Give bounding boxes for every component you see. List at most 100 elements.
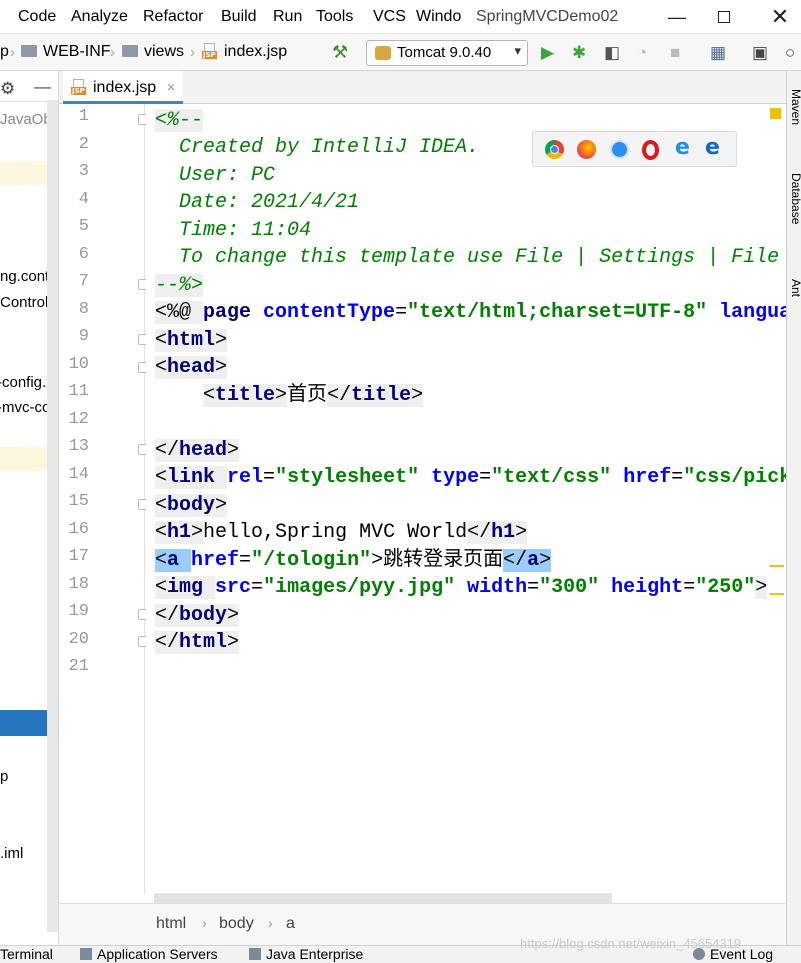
- line-number: 10: [68, 354, 89, 374]
- close-tab-icon[interactable]: ×: [167, 79, 176, 96]
- line-number: 13: [68, 437, 89, 456]
- project-structure-icon[interactable]: ▦: [710, 43, 726, 63]
- run-anything-icon[interactable]: ▣: [752, 43, 768, 63]
- close-window-icon[interactable]: ✕: [760, 4, 800, 30]
- build-hammer-icon[interactable]: ⚒: [332, 42, 348, 62]
- code-line-15: <body>: [155, 494, 228, 517]
- line-number-gutter: 1 2 3 4 5 6 7 8 9 10 11 12 13 14 15 16 17 18 19 20 21: [59, 104, 149, 894]
- safari-icon[interactable]: [610, 140, 629, 159]
- error-stripe-mark[interactable]: [770, 593, 784, 595]
- menu-window[interactable]: Windo: [416, 8, 461, 26]
- right-tool-stripe: Maven Database Ant: [786, 71, 801, 945]
- code-line-7: --%>: [155, 274, 204, 297]
- run-icon[interactable]: ▶: [541, 43, 554, 63]
- line-number: 21: [68, 657, 89, 676]
- warning-indicator[interactable]: [770, 108, 781, 119]
- watermark: https://blog.csdn.net/weixin_45654319: [520, 936, 742, 951]
- maven-tool-button[interactable]: Maven: [789, 89, 801, 125]
- line-number: 16: [68, 519, 89, 539]
- run-configuration-select[interactable]: Tomcat 9.0.40 ▾: [366, 40, 528, 66]
- browser-popup: e e: [532, 131, 737, 167]
- java-enterprise-tool-button[interactable]: Java Enterprise: [249, 946, 363, 962]
- horizontal-scrollbar[interactable]: [154, 893, 612, 903]
- nav-crumb-web-inf[interactable]: WEB-INF: [21, 43, 111, 61]
- nav-crumb-views[interactable]: views: [122, 43, 184, 61]
- line-number: 6: [78, 244, 89, 264]
- opera-icon[interactable]: [642, 140, 659, 160]
- window-title: SpringMVCDemo02: [476, 8, 619, 25]
- code-line-14: <link rel="stylesheet" type="text/css" h…: [155, 466, 786, 489]
- line-number: 19: [68, 602, 89, 621]
- nav-crumb-partial[interactable]: p: [0, 43, 9, 61]
- tab-label: index.jsp: [93, 79, 157, 96]
- nav-crumb-index-jsp[interactable]: JSP index.jsp: [202, 43, 287, 61]
- chrome-icon[interactable]: [545, 140, 564, 159]
- code-editor[interactable]: <%-- Created by IntelliJ IDEA. User: PC …: [146, 104, 786, 894]
- code-line-3: User: PC: [155, 164, 276, 187]
- menu-refactor[interactable]: Refactor: [143, 8, 203, 26]
- line-number: 8: [78, 299, 89, 319]
- menu-bar: Code Analyze Refactor Build Run Tools VC…: [0, 0, 801, 34]
- error-stripe-mark[interactable]: [770, 565, 784, 567]
- tree-item[interactable]: .iml: [0, 845, 23, 862]
- tree-item[interactable]: p: [0, 768, 8, 785]
- breadcrumb-separator: ›: [202, 915, 207, 931]
- tab-index-jsp[interactable]: JSP index.jsp ×: [63, 71, 184, 104]
- code-line-1: <%--: [155, 109, 204, 132]
- code-line-19: </body>: [155, 604, 240, 627]
- run-configuration-label: Tomcat 9.0.40: [397, 44, 492, 61]
- tree-item[interactable]: -config.x: [0, 374, 54, 391]
- menu-code[interactable]: Code: [18, 8, 56, 26]
- minimize-icon[interactable]: —: [657, 4, 697, 30]
- tomcat-icon: [375, 46, 391, 60]
- breadcrumb-body[interactable]: body: [219, 915, 254, 933]
- code-line-18: <img src="images/pyy.jpg" width="300" he…: [155, 576, 768, 599]
- nav-separator: ›: [190, 44, 195, 61]
- folder-icon: [21, 45, 37, 57]
- firefox-icon[interactable]: [577, 140, 596, 159]
- menu-vcs[interactable]: VCS: [373, 8, 406, 26]
- profile-icon[interactable]: ◔: [637, 43, 647, 63]
- line-number: 3: [78, 162, 89, 181]
- coverage-icon[interactable]: ◧: [604, 43, 620, 63]
- breadcrumb-html[interactable]: html: [156, 915, 186, 933]
- menu-tools[interactable]: Tools: [316, 8, 353, 26]
- line-number: 1: [78, 107, 89, 126]
- line-number: 4: [78, 189, 89, 209]
- line-number: 7: [78, 272, 89, 291]
- menu-analyze[interactable]: Analyze: [71, 8, 128, 26]
- nav-separator: ›: [10, 44, 15, 61]
- line-number: 5: [78, 217, 89, 236]
- code-line-9: <html>: [155, 329, 228, 352]
- project-scrollbar[interactable]: [47, 100, 58, 932]
- code-line-4: Date: 2021/4/21: [155, 191, 360, 214]
- code-line-10: <head>: [155, 356, 228, 379]
- ant-tool-button[interactable]: Ant: [789, 279, 801, 297]
- line-number: 15: [68, 492, 89, 511]
- maximize-icon[interactable]: [704, 4, 744, 30]
- debug-icon[interactable]: ✱: [572, 43, 586, 63]
- code-line-17: <a href="/tologin">跳转登录页面</a>: [155, 549, 552, 572]
- tree-item[interactable]: -mvc-co: [0, 399, 50, 416]
- line-number: 12: [68, 409, 89, 429]
- java-enterprise-icon: [249, 948, 261, 960]
- database-tool-button[interactable]: Database: [789, 173, 801, 224]
- search-icon[interactable]: ○: [785, 43, 795, 63]
- hide-panel-icon[interactable]: —: [34, 77, 51, 97]
- terminal-tool-button[interactable]: Terminal: [0, 946, 53, 962]
- code-line-20: </html>: [155, 631, 240, 654]
- breadcrumb-a[interactable]: a: [286, 915, 295, 933]
- code-line-5: Time: 11:04: [155, 219, 312, 242]
- line-number: 17: [68, 547, 89, 566]
- code-line-2: Created by IntelliJ IDEA.: [155, 136, 480, 159]
- code-line-6: To change this template use File | Setti…: [155, 246, 780, 269]
- line-number: 11: [68, 382, 89, 401]
- application-servers-tool-button[interactable]: Application Servers: [80, 946, 218, 962]
- edge-icon[interactable]: e: [705, 135, 724, 160]
- menu-build[interactable]: Build: [221, 8, 257, 26]
- menu-run[interactable]: Run: [273, 8, 302, 26]
- gear-icon[interactable]: ⚙: [0, 79, 15, 99]
- ie-icon[interactable]: e: [675, 135, 694, 160]
- servers-icon: [80, 948, 92, 960]
- stop-icon[interactable]: ■: [670, 43, 680, 63]
